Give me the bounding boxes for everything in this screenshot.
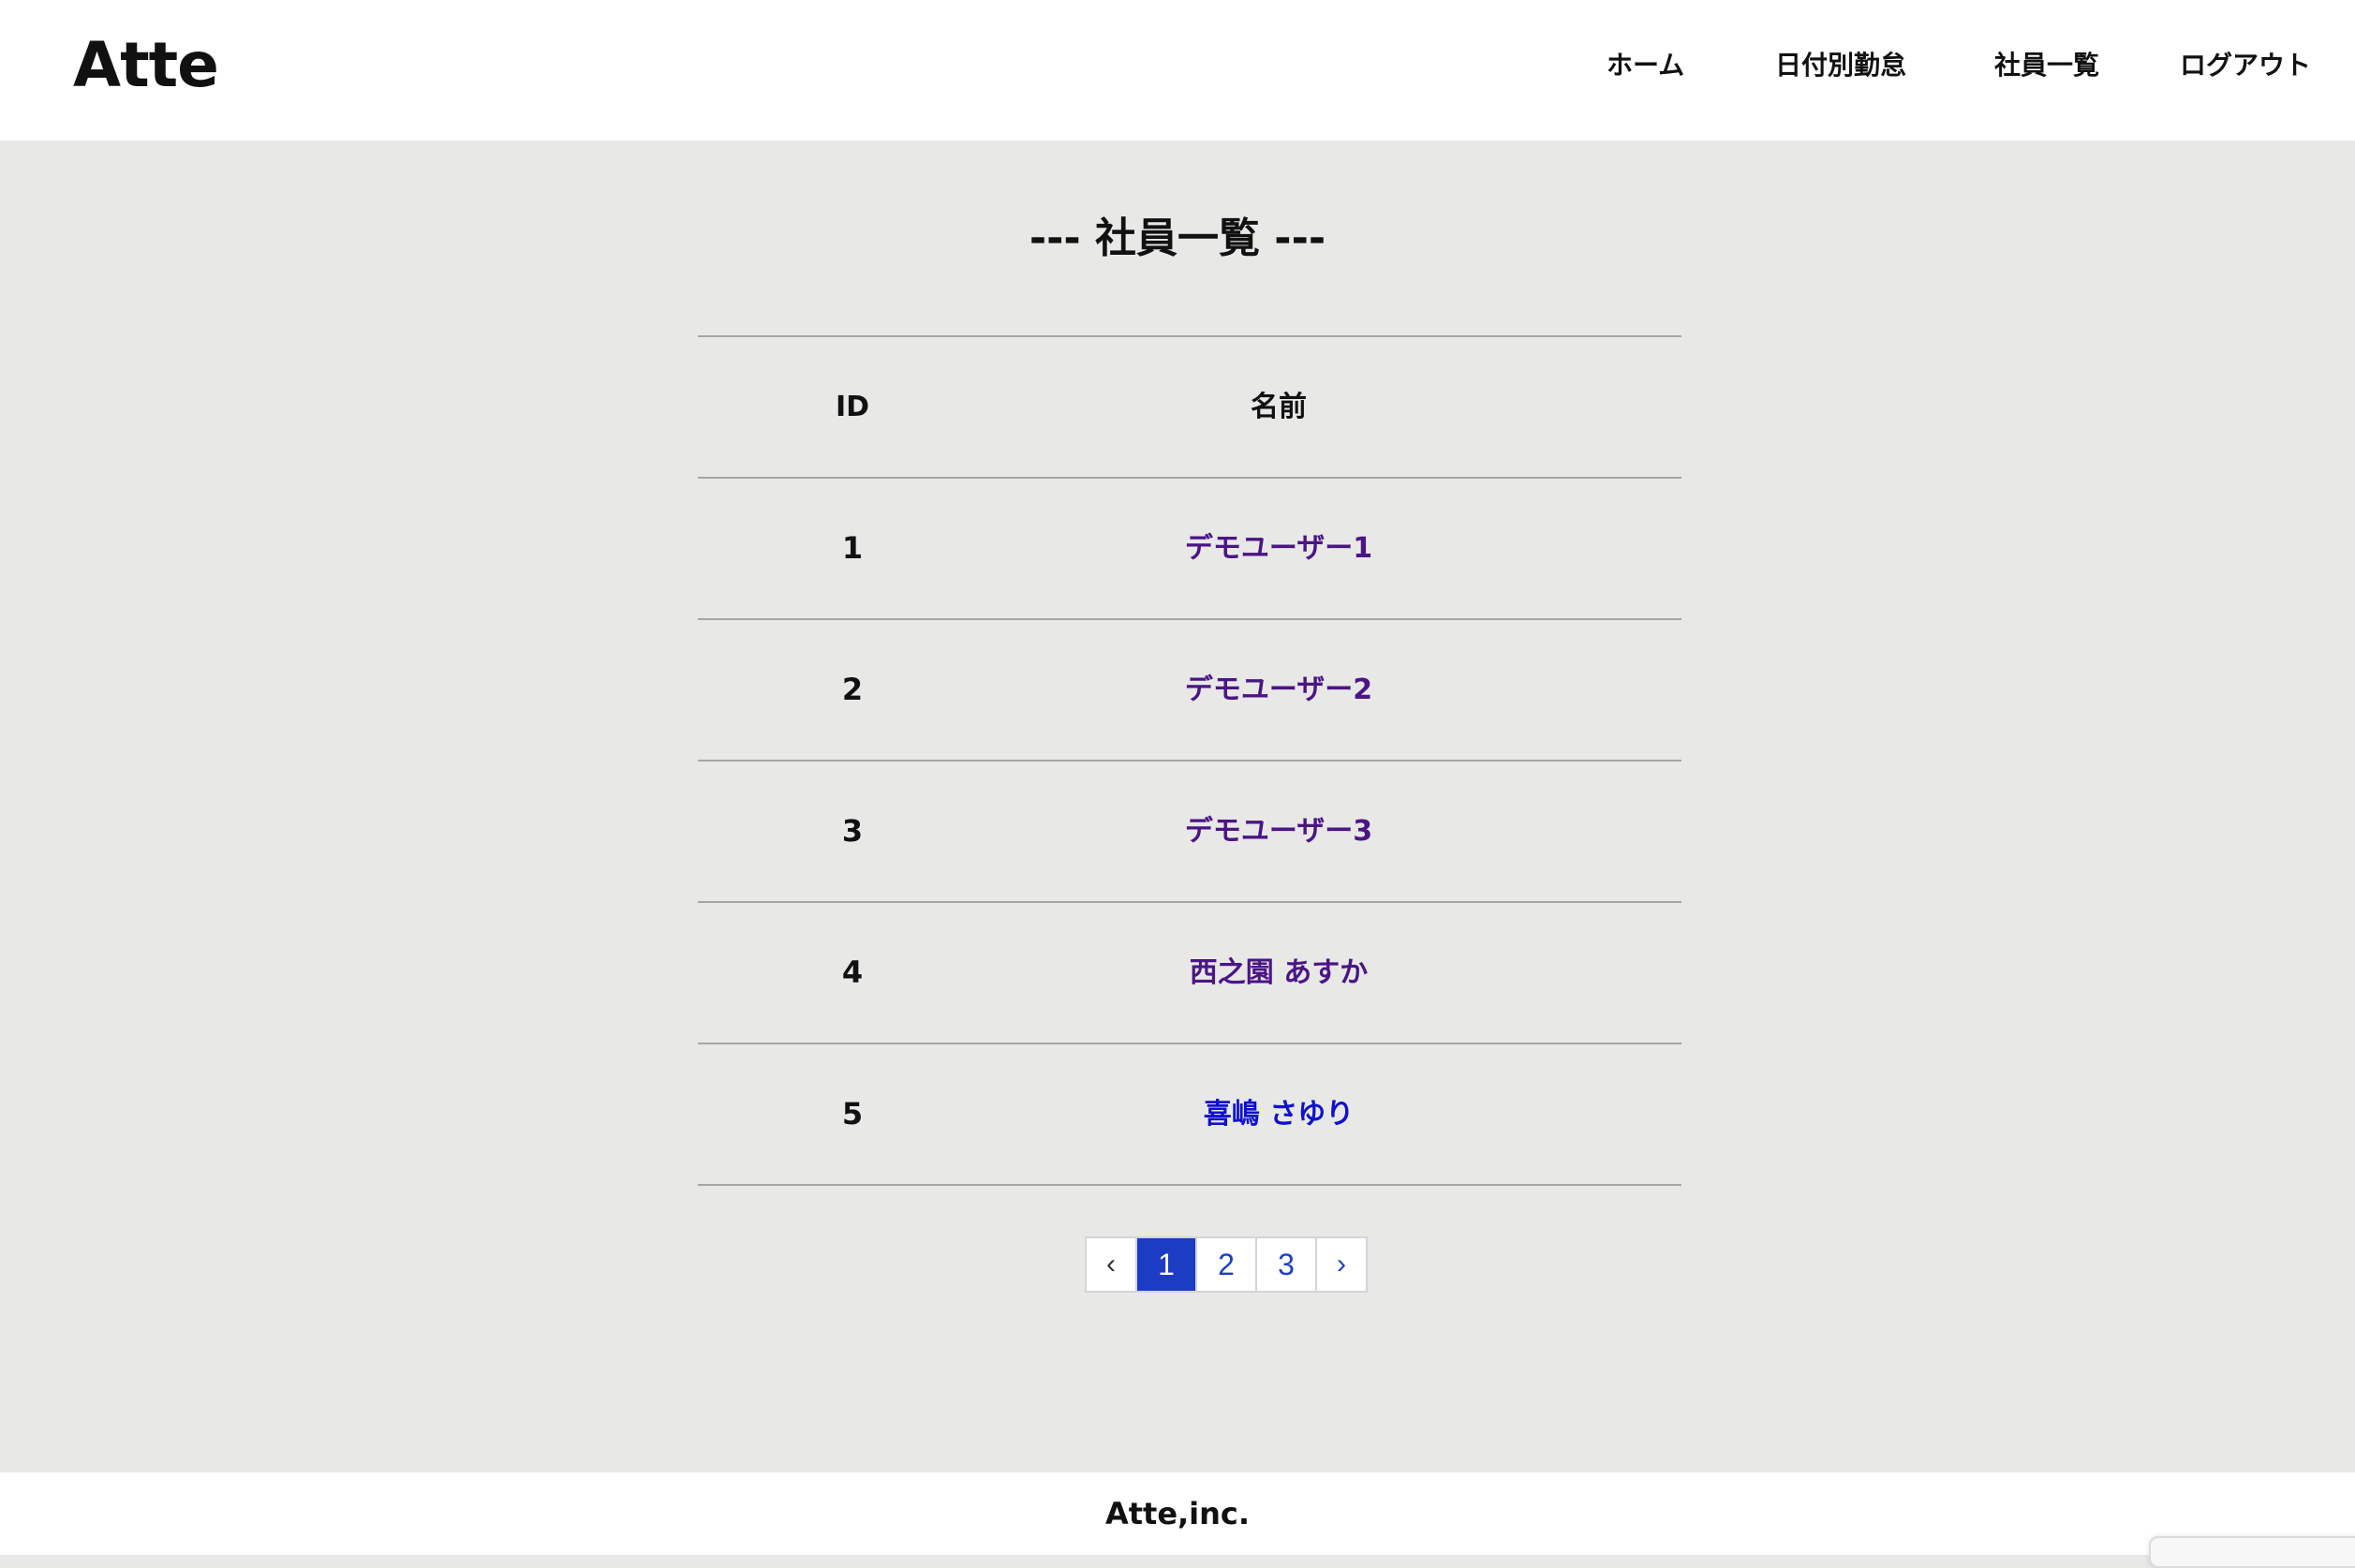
nav-daily-attendance-link[interactable]: 日付別勤怠 [1775, 47, 1906, 84]
employee-id: 1 [841, 530, 864, 566]
pagination-page-3[interactable]: 3 [1257, 1238, 1317, 1291]
column-header-id: ID [835, 391, 870, 423]
pagination-prev-button[interactable]: ‹ [1087, 1238, 1137, 1291]
pagination: ‹ 1 2 3 › [1085, 1236, 1368, 1293]
floating-badge[interactable] [2149, 1536, 2355, 1568]
site-footer: Atte,inc. [0, 1472, 2355, 1555]
employee-name-link[interactable]: 西之園 あすか [1190, 956, 1368, 989]
employee-id: 3 [841, 813, 864, 849]
logo: Atte [73, 29, 219, 101]
pagination-next-button[interactable]: › [1317, 1238, 1366, 1291]
nav-employee-list-link[interactable]: 社員一覧 [1994, 47, 2099, 84]
employee-name-link[interactable]: デモユーザー2 [1185, 673, 1372, 706]
employee-name-link[interactable]: デモユーザー1 [1185, 532, 1372, 565]
table-row: 5 喜嶋 さゆり [698, 1044, 1681, 1186]
site-header: Atte ホーム 日付別勤怠 社員一覧 ログアウト [0, 0, 2355, 141]
table-row: 3 デモユーザー3 [698, 762, 1681, 903]
employee-name-link[interactable]: 喜嶋 さゆり [1204, 1098, 1354, 1131]
table-row: 2 デモユーザー2 [698, 620, 1681, 762]
page-title: --- 社員一覧 --- [1029, 214, 1326, 262]
employee-table: ID 名前 1 デモユーザー1 2 デモユーザー2 3 デモユーザー3 4 西之… [698, 335, 1681, 1186]
employee-id: 4 [841, 954, 864, 990]
table-row: 1 デモユーザー1 [698, 479, 1681, 620]
employee-id: 2 [841, 672, 864, 707]
pagination-page-1[interactable]: 1 [1137, 1238, 1197, 1291]
table-header-row: ID 名前 [698, 337, 1681, 479]
employee-id: 5 [841, 1096, 864, 1132]
employee-name-link[interactable]: デモユーザー3 [1185, 815, 1372, 848]
pagination-page-2[interactable]: 2 [1197, 1238, 1257, 1291]
nav-logout-link[interactable]: ログアウト [2180, 47, 2311, 84]
column-header-name: 名前 [1251, 391, 1307, 423]
footer-copyright: Atte,inc. [1104, 1496, 1251, 1531]
table-row: 4 西之園 あすか [698, 903, 1681, 1044]
nav-home-link[interactable]: ホーム [1607, 47, 1684, 84]
